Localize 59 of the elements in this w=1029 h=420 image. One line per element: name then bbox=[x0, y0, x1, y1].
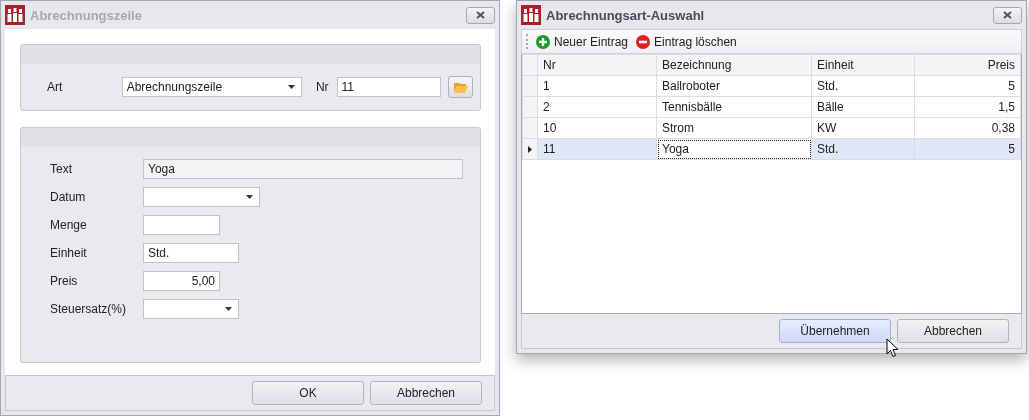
field-label: Menge bbox=[50, 218, 88, 232]
dialog-button[interactable]: Abbrechen bbox=[370, 381, 482, 405]
close-icon bbox=[1003, 11, 1012, 19]
table-cell: 1 bbox=[537, 75, 657, 97]
table-cell: Strom bbox=[656, 117, 812, 139]
dropdown-arrow-icon bbox=[287, 85, 295, 89]
number-field[interactable] bbox=[143, 215, 220, 235]
dropdown-field[interactable] bbox=[143, 187, 260, 207]
close-button[interactable] bbox=[993, 6, 1022, 24]
close-button[interactable] bbox=[466, 6, 495, 24]
number-field[interactable]: 11 bbox=[336, 77, 442, 97]
text-field[interactable]: Std. bbox=[143, 243, 239, 263]
field-label: Einheit bbox=[50, 246, 88, 260]
browse-button[interactable] bbox=[448, 76, 473, 98]
table-cell: Std. bbox=[811, 75, 915, 97]
folder-icon bbox=[453, 81, 468, 93]
dropdown-arrow-icon bbox=[246, 195, 253, 199]
cursor-icon bbox=[886, 338, 899, 358]
dropdown-arrow-icon bbox=[225, 307, 232, 311]
row-indicator-icon bbox=[528, 145, 532, 153]
column-header[interactable]: Einheit bbox=[811, 54, 915, 76]
table-row[interactable]: 10 Strom KW 0,38 bbox=[522, 117, 1021, 139]
table-cell: 5 bbox=[914, 75, 1021, 97]
column-header[interactable]: Bezeichnung bbox=[656, 54, 812, 76]
dropdown-field[interactable] bbox=[143, 299, 239, 319]
toolbar-button[interactable]: Neuer Eintrag bbox=[536, 34, 629, 49]
dialog-button[interactable]: Übernehmen bbox=[779, 319, 891, 343]
dialog-button[interactable]: Abbrechen bbox=[897, 319, 1009, 343]
toolbar-button[interactable]: Eintrag löschen bbox=[636, 34, 737, 49]
app-icon bbox=[5, 5, 25, 25]
plus-icon bbox=[536, 34, 550, 49]
column-header[interactable]: Nr bbox=[537, 54, 657, 76]
field-label: Text bbox=[50, 162, 73, 176]
table-row[interactable]: 2 Tennisbälle Bälle 1,5 bbox=[522, 96, 1021, 118]
table-row[interactable]: 11 Yoga Std. 5 bbox=[522, 138, 1021, 160]
dialog-button[interactable]: OK bbox=[252, 381, 364, 405]
field-label: Art bbox=[47, 80, 64, 94]
app-icon bbox=[521, 5, 541, 25]
table-cell: 0,38 bbox=[914, 117, 1021, 139]
column-header[interactable]: Preis bbox=[914, 54, 1021, 76]
field-label: Datum bbox=[50, 190, 87, 204]
window-title: Abrechnungszeile bbox=[30, 7, 142, 23]
minus-icon bbox=[636, 34, 651, 49]
table-cell: Bälle bbox=[811, 96, 915, 118]
table-cell: Ballroboter bbox=[656, 75, 812, 97]
table-cell: 2 bbox=[537, 96, 657, 118]
field-label: Preis bbox=[50, 274, 79, 288]
table-cell: Tennisbälle bbox=[656, 96, 812, 118]
table-row[interactable]: 1 Ballroboter Std. 5 bbox=[522, 75, 1021, 97]
table-cell: 10 bbox=[537, 117, 657, 139]
window-title: Abrechnungsart-Auswahl bbox=[546, 7, 705, 23]
text-field[interactable]: Yoga bbox=[143, 159, 463, 179]
table-cell: 1,5 bbox=[914, 96, 1021, 118]
close-icon bbox=[476, 11, 485, 19]
type-dropdown[interactable]: Abrechnungszeile bbox=[121, 77, 302, 97]
field-label: Steuersatz(%) bbox=[50, 302, 128, 316]
number-field[interactable]: 5,00 bbox=[143, 271, 220, 291]
table-cell: KW bbox=[811, 117, 915, 139]
field-label: Nr bbox=[315, 80, 329, 94]
